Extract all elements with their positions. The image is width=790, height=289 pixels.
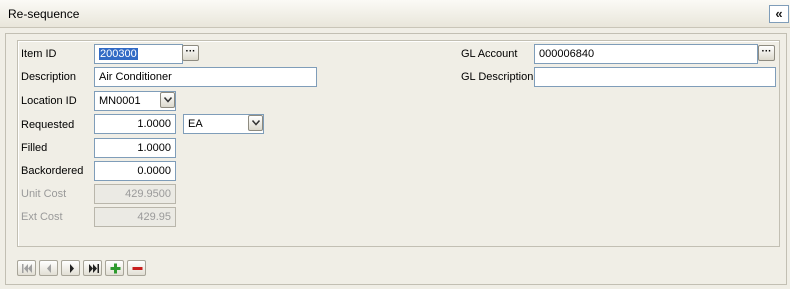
delete-record-button[interactable] — [127, 260, 146, 276]
gl-description-input[interactable] — [534, 67, 776, 87]
collapse-panel-button[interactable]: « — [769, 5, 789, 23]
unit-cost-label: Unit Cost — [21, 188, 67, 200]
window-title: Re-sequence — [8, 7, 80, 21]
requested-label: Requested — [21, 119, 75, 131]
next-record-icon — [70, 264, 74, 273]
first-record-button[interactable] — [17, 260, 36, 276]
first-record-icon — [22, 264, 32, 273]
description-label: Description — [21, 71, 77, 83]
item-id-label: Item ID — [21, 48, 57, 60]
add-record-icon — [110, 263, 121, 274]
unit-cost-field: 429.9500 — [94, 184, 176, 204]
gl-description-label: GL Description — [461, 71, 534, 83]
uom-value: EA — [188, 118, 203, 130]
chevron-down-icon — [252, 120, 260, 126]
double-chevron-left-icon: « — [775, 6, 783, 21]
location-id-dropdown-button[interactable] — [160, 92, 175, 108]
ext-cost-label: Ext Cost — [21, 211, 63, 223]
previous-record-button[interactable] — [39, 260, 58, 276]
uom-dropdown-button[interactable] — [248, 115, 263, 131]
filled-quantity-input[interactable]: 1.0000 — [94, 138, 176, 158]
location-id-value: MN0001 — [99, 95, 141, 107]
previous-record-icon — [47, 264, 51, 273]
description-input[interactable]: Air Conditioner — [94, 67, 317, 87]
last-record-icon — [89, 264, 99, 273]
item-id-input[interactable]: 200300 — [94, 44, 183, 64]
add-record-button[interactable] — [105, 260, 124, 276]
gl-account-lookup-button[interactable]: ··· — [758, 45, 775, 61]
gl-account-label: GL Account — [461, 48, 518, 60]
location-id-label: Location ID — [21, 95, 77, 107]
item-id-lookup-button[interactable]: ··· — [182, 45, 199, 61]
requested-quantity-input[interactable]: 1.0000 — [94, 114, 176, 134]
filled-label: Filled — [21, 142, 48, 154]
ext-cost-field: 429.95 — [94, 207, 176, 227]
title-bar: Re-sequence « — [0, 0, 790, 28]
chevron-down-icon — [164, 97, 172, 103]
next-record-button[interactable] — [61, 260, 80, 276]
last-record-button[interactable] — [83, 260, 102, 276]
backordered-label: Backordered — [21, 165, 84, 177]
delete-record-icon — [132, 267, 143, 270]
backordered-quantity-input[interactable]: 0.0000 — [94, 161, 176, 181]
gl-account-input[interactable]: 000006840 — [534, 44, 758, 64]
item-id-value: 200300 — [99, 48, 138, 60]
